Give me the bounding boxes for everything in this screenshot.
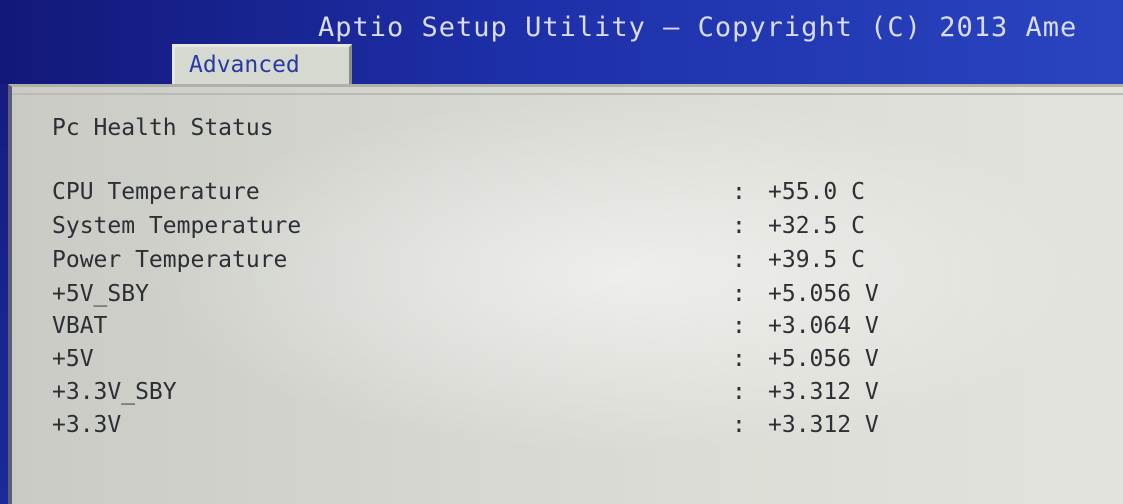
reading-row-3-3v-sby[interactable]: +3.3V_SBY : +3.312 V [0, 379, 1123, 413]
reading-separator: : [732, 281, 746, 307]
reading-row-vbat[interactable]: VBAT : +3.064 V [0, 313, 1123, 347]
reading-separator: : [732, 179, 746, 205]
reading-value: +5.056 V [768, 346, 879, 372]
tab-advanced[interactable]: Advanced [172, 44, 352, 84]
reading-row-5v[interactable]: +5V : +5.056 V [0, 346, 1123, 380]
tab-advanced-label: Advanced [189, 52, 300, 78]
panel-divider [12, 93, 1123, 95]
bios-screen: Aptio Setup Utility – Copyright (C) 2013… [0, 0, 1123, 504]
reading-label: CPU Temperature [52, 179, 260, 205]
reading-label: +5V_SBY [52, 281, 149, 307]
reading-row-cpu-temperature[interactable]: CPU Temperature : +55.0 C [0, 179, 1123, 213]
reading-value: +55.0 C [768, 179, 865, 205]
reading-value: +5.056 V [768, 281, 879, 307]
title-bar: Aptio Setup Utility – Copyright (C) 2013… [0, 0, 1123, 84]
reading-separator: : [732, 412, 746, 438]
reading-label: VBAT [52, 313, 108, 339]
section-title: Pc Health Status [52, 115, 274, 141]
reading-label: System Temperature [52, 213, 302, 239]
reading-separator: : [732, 346, 746, 372]
reading-separator: : [732, 247, 746, 273]
reading-label: +3.3V [52, 412, 122, 438]
reading-row-system-temperature[interactable]: System Temperature : +32.5 C [0, 213, 1123, 247]
reading-separator: : [732, 213, 746, 239]
reading-label: +5V [52, 346, 94, 372]
reading-row-5v-sby[interactable]: +5V_SBY : +5.056 V [0, 281, 1123, 315]
reading-row-power-temperature[interactable]: Power Temperature : +39.5 C [0, 247, 1123, 281]
reading-label: +3.3V_SBY [52, 379, 177, 405]
reading-value: +39.5 C [768, 247, 865, 273]
reading-value: +3.312 V [768, 412, 879, 438]
reading-separator: : [732, 379, 746, 405]
reading-value: +32.5 C [768, 213, 865, 239]
reading-value: +3.064 V [768, 313, 879, 339]
reading-separator: : [732, 313, 746, 339]
app-title: Aptio Setup Utility – Copyright (C) 2013… [318, 12, 1078, 43]
reading-row-3-3v[interactable]: +3.3V : +3.312 V [0, 412, 1123, 446]
reading-label: Power Temperature [52, 247, 288, 273]
reading-value: +3.312 V [768, 379, 879, 405]
